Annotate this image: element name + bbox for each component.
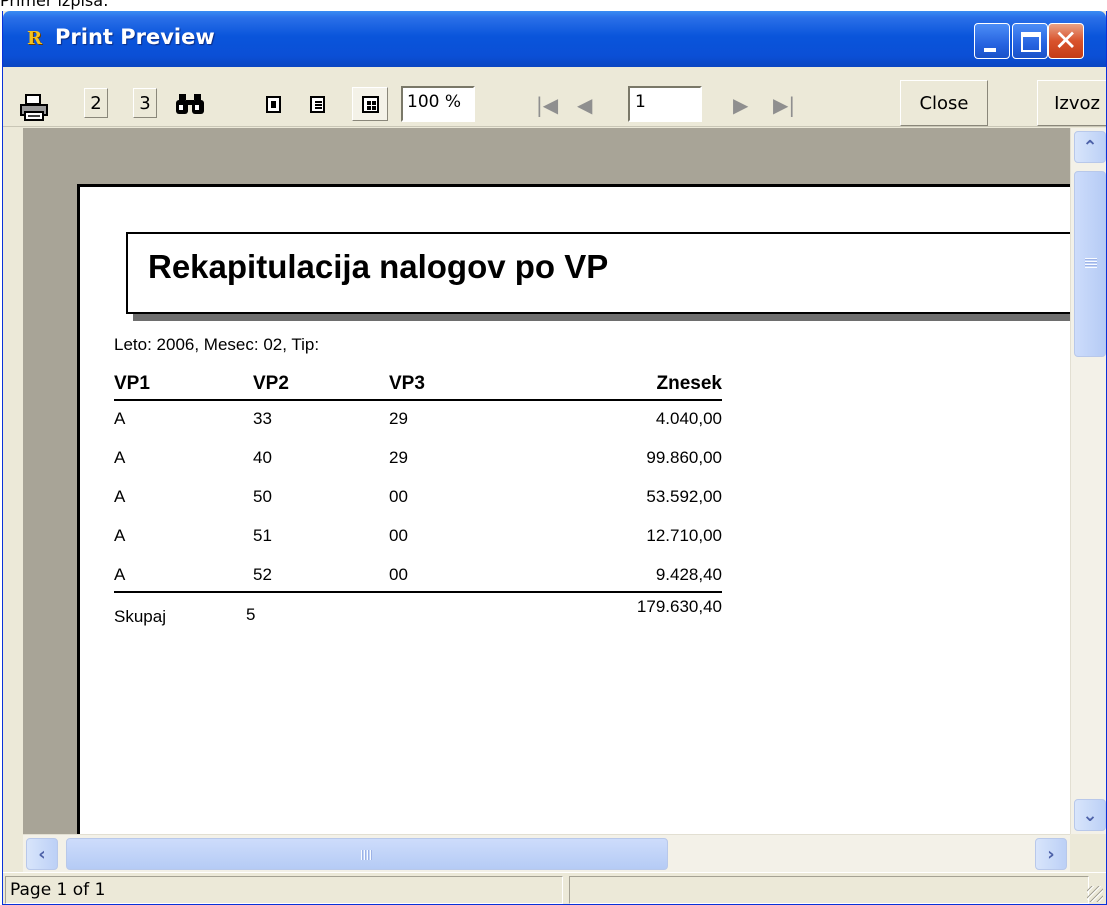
close-icon: ✕	[1054, 24, 1078, 57]
grip-icon	[1085, 258, 1097, 268]
chevron-down-icon: ⌄	[1082, 804, 1098, 826]
page-single-icon	[265, 95, 281, 113]
table-header: VP1 VP2 VP3 Znesek	[114, 367, 722, 401]
status-page-info: Page 1 of 1	[5, 876, 563, 904]
cell-amount: 53.592,00	[646, 487, 722, 506]
cell-vp1: A	[114, 409, 126, 428]
report-title-box: Rekapitulacija nalogov po VP	[126, 232, 1070, 314]
report-table: VP1 VP2 VP3 Znesek A 33 29 4.040,00 A 40…	[114, 367, 722, 631]
left-margin-strip	[3, 128, 23, 872]
cell-amount: 12.710,00	[646, 526, 722, 545]
scroll-down-button[interactable]: ⌄	[1074, 799, 1106, 831]
column-header: VP3	[389, 373, 425, 394]
minimize-button[interactable]	[974, 23, 1010, 59]
chevron-left-icon: ‹	[38, 843, 46, 865]
export-button[interactable]: Izvoz	[1037, 80, 1106, 126]
table-row: A 40 29 99.860,00	[114, 440, 722, 479]
scroll-up-button[interactable]: ⌃	[1074, 131, 1106, 163]
preview-canvas[interactable]: Rekapitulacija nalogov po VP Leto: 2006,…	[23, 128, 1070, 834]
cell-vp3: 00	[389, 565, 408, 584]
horizontal-scrollbar[interactable]: ‹ ›	[23, 834, 1070, 872]
page-two-icon	[309, 95, 325, 113]
report-page: Rekapitulacija nalogov po VP Leto: 2006,…	[77, 184, 1070, 834]
status-bar: Page 1 of 1	[3, 872, 1106, 904]
horizontal-scroll-thumb[interactable]	[66, 838, 668, 870]
report-title: Rekapitulacija nalogov po VP	[148, 248, 609, 285]
vertical-scroll-thumb[interactable]	[1074, 171, 1106, 357]
view-single-button[interactable]	[261, 92, 285, 116]
print-button[interactable]	[19, 92, 49, 124]
printer-icon	[20, 94, 48, 121]
print-preview-window: R Print Preview ✕ 2 3 100 % |◀ ◀ 1 ▶ ▶| …	[2, 11, 1107, 905]
total-label: Skupaj	[114, 607, 166, 626]
close-button[interactable]: Close	[900, 80, 988, 126]
next-page-icon[interactable]: ▶	[733, 93, 748, 117]
page-number-input[interactable]: 1	[628, 86, 702, 122]
window-title: Print Preview	[55, 25, 215, 49]
table-total-row: Skupaj 5 179.630,40	[114, 591, 722, 631]
total-count: 5	[246, 605, 256, 624]
column-header: VP2	[253, 373, 289, 394]
app-logo-icon: R	[27, 28, 42, 49]
maximize-button[interactable]	[1012, 23, 1048, 59]
cell-vp2: 51	[253, 526, 272, 545]
scroll-right-button[interactable]: ›	[1035, 838, 1067, 870]
view-two-button[interactable]	[305, 92, 329, 116]
column-header: Znesek	[656, 373, 722, 394]
cell-vp3: 29	[389, 409, 408, 428]
scroll-left-button[interactable]: ‹	[26, 838, 58, 870]
scroll-corner	[1070, 834, 1106, 872]
minimize-icon	[984, 48, 996, 52]
title-bar[interactable]: R Print Preview ✕	[3, 11, 1106, 67]
grip-icon	[361, 850, 373, 860]
cell-vp3: 00	[389, 526, 408, 545]
maximize-icon	[1021, 32, 1041, 52]
zoom-combo[interactable]: 100 %	[401, 86, 475, 122]
first-page-icon[interactable]: |◀	[536, 93, 558, 117]
cell-vp2: 33	[253, 409, 272, 428]
view-multi-button[interactable]	[352, 87, 388, 121]
page-multi-icon	[361, 95, 379, 113]
cell-vp2: 40	[253, 448, 272, 467]
three-pages-button[interactable]: 3	[133, 88, 157, 118]
cell-vp2: 50	[253, 487, 272, 506]
total-sum: 179.630,40	[636, 597, 722, 616]
close-window-button[interactable]: ✕	[1048, 23, 1084, 59]
cell-vp1: A	[114, 448, 126, 467]
column-header: VP1	[114, 373, 150, 394]
prev-page-icon[interactable]: ◀	[577, 93, 592, 117]
binoculars-icon	[176, 94, 204, 114]
table-row: A 50 00 53.592,00	[114, 479, 722, 518]
status-pane	[569, 876, 1089, 904]
last-page-icon[interactable]: ▶|	[773, 93, 795, 117]
resize-grip-icon[interactable]	[1087, 886, 1103, 902]
report-parameters: Leto: 2006, Mesec: 02, Tip:	[114, 335, 320, 354]
cell-vp1: A	[114, 487, 126, 506]
cell-vp3: 29	[389, 448, 408, 467]
vertical-scrollbar[interactable]: ⌃ ⌄	[1070, 128, 1106, 834]
two-pages-button[interactable]: 2	[84, 88, 108, 118]
table-row: A 51 00 12.710,00	[114, 518, 722, 557]
cell-vp1: A	[114, 526, 126, 545]
cell-vp3: 00	[389, 487, 408, 506]
toolbar: 2 3 100 % |◀ ◀ 1 ▶ ▶| Close Izvoz	[3, 67, 1106, 127]
find-button[interactable]	[174, 91, 206, 117]
caption-text: Primer izpisa:	[0, 0, 109, 10]
cell-amount: 4.040,00	[655, 409, 722, 428]
cell-vp1: A	[114, 565, 126, 584]
chevron-up-icon: ⌃	[1082, 136, 1098, 158]
cell-vp2: 52	[253, 565, 272, 584]
cell-amount: 99.860,00	[646, 448, 722, 467]
chevron-right-icon: ›	[1047, 843, 1055, 865]
cell-amount: 9.428,40	[655, 565, 722, 584]
table-row: A 33 29 4.040,00	[114, 401, 722, 440]
